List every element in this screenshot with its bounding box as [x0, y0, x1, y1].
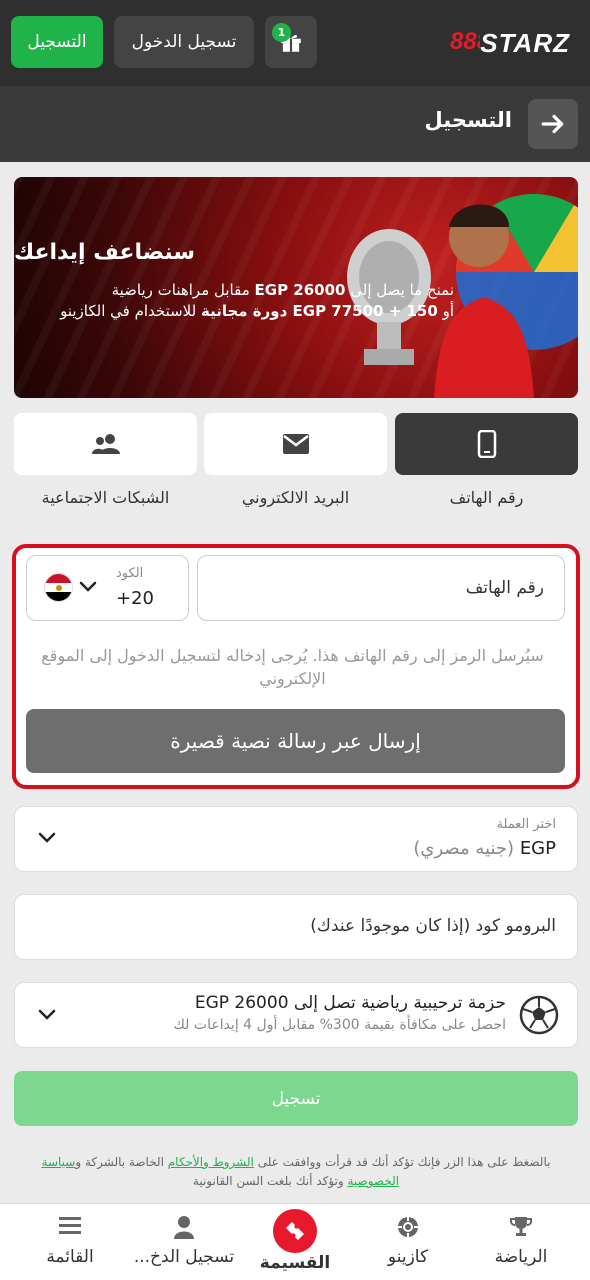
tab-phone-label: رقم الهاتف	[449, 488, 524, 507]
terms-link[interactable]: الشروط والأحكام	[168, 1155, 254, 1169]
phone-number-input[interactable]: رقم الهاتف	[197, 555, 565, 621]
promo-code-placeholder: البرومو كود (إذا كان موجودًا عندك)	[310, 916, 556, 936]
arrow-right-icon	[541, 114, 564, 134]
country-code-label: الكود	[116, 566, 144, 581]
nav-sports-label: الرياضة	[494, 1247, 548, 1267]
menu-icon	[59, 1217, 81, 1234]
nav-casino[interactable]: كازينو	[349, 1203, 467, 1280]
chevron-down-icon	[38, 1009, 56, 1020]
phone-number-placeholder: رقم الهاتف	[465, 578, 544, 598]
gift-count-badge: 1	[272, 23, 291, 42]
register-submit-button[interactable]: تسجيل	[14, 1071, 578, 1126]
nav-coupon[interactable]: القسيمة	[236, 1203, 354, 1280]
banner-title: سنضاعف إيداعك	[14, 240, 196, 265]
page-title: التسجيل	[424, 108, 512, 132]
currency-value: EGP (جنيه مصري)	[413, 838, 556, 859]
envelope-icon	[282, 434, 309, 454]
tab-social[interactable]	[14, 413, 197, 475]
egypt-flag-icon	[44, 573, 73, 602]
svg-text:888: 888	[450, 28, 480, 52]
trophy-icon	[510, 1217, 532, 1236]
user-icon	[174, 1216, 194, 1239]
bonus-select[interactable]	[14, 982, 578, 1048]
terms-notice: بالضغط على هذا الزر فإنك تؤكد أنك قد قرأ…	[41, 1155, 551, 1188]
tab-social-label: الشبكات الاجتماعية	[41, 488, 170, 507]
tab-email[interactable]	[204, 413, 387, 475]
bonus-subtitle: احصل على مكافأة بقيمة 300% مقابل أول 4 إ…	[173, 1017, 506, 1033]
nav-login[interactable]: تسجيل الدخ...	[125, 1203, 243, 1280]
chevron-down-icon	[38, 832, 56, 843]
gift-button[interactable]	[265, 16, 317, 68]
nav-login-label: تسجيل الدخ...	[133, 1247, 235, 1267]
send-sms-button[interactable]: إرسال عبر رسالة نصية قصيرة	[26, 709, 565, 773]
back-button[interactable]	[528, 99, 578, 149]
tab-phone[interactable]	[395, 413, 578, 475]
logo-number: 888	[450, 28, 491, 59]
soccer-ball-icon	[519, 995, 559, 1035]
register-button-top[interactable]: التسجيل	[11, 16, 103, 68]
chevron-down-icon	[79, 581, 97, 592]
phone-icon	[477, 430, 496, 458]
login-button[interactable]: تسجيل الدخول	[114, 16, 254, 68]
casino-chip-icon	[398, 1217, 418, 1237]
brand-logo[interactable]: 888 STARZ	[430, 26, 570, 60]
tab-email-label: البريد الالكتروني	[241, 488, 350, 507]
banner-text-sports: نمنح ما يصل إلى EGP 26000 مقابل مراهنات …	[111, 281, 454, 299]
bonus-title: حزمة ترحيبية رياضية تصل إلى EGP 26000	[194, 993, 506, 1013]
logo-text: STARZ	[480, 27, 570, 58]
logo-888-mark: 888	[450, 28, 491, 55]
currency-label: اختر العملة	[496, 817, 556, 832]
nav-coupon-label: القسيمة	[259, 1253, 331, 1273]
nav-menu[interactable]: القائمة	[11, 1203, 129, 1280]
nav-menu-label: القائمة	[46, 1247, 94, 1267]
users-icon	[91, 434, 120, 454]
nav-sports[interactable]: الرياضة	[462, 1203, 580, 1280]
banner-text-casino: أو EGP 77500 + 150 دورة مجانية للاستخدام…	[60, 302, 454, 320]
country-code-value: +20	[116, 588, 154, 609]
sms-info-note: سيُرسل الرمز إلى رقم الهاتف هذا. يُرجى إ…	[41, 646, 544, 688]
nav-casino-label: كازينو	[387, 1247, 429, 1267]
